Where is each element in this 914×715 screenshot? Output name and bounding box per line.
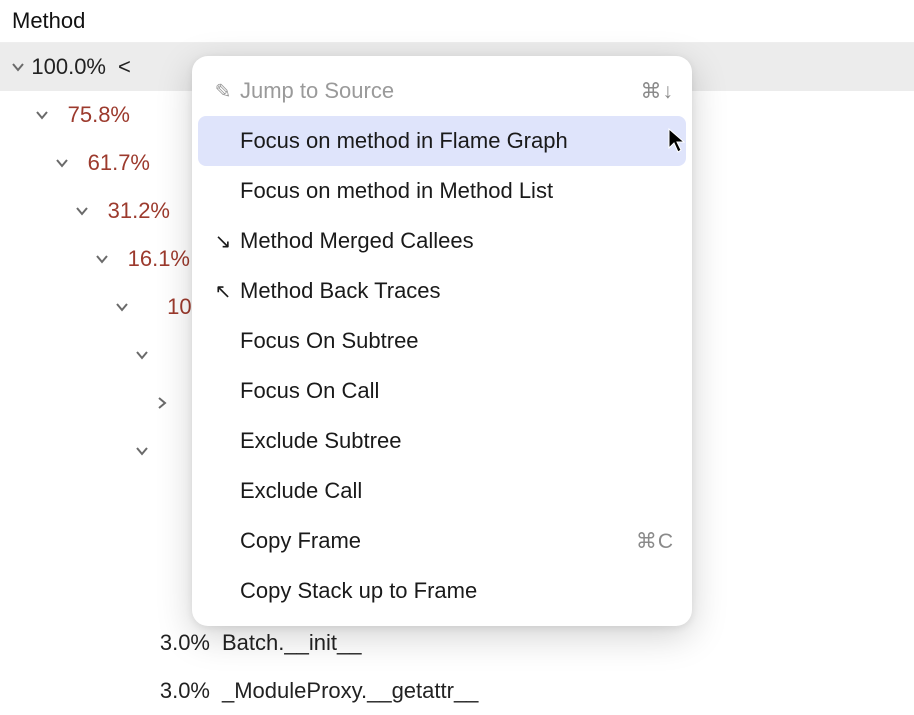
menu-item-label: Method Back Traces	[240, 278, 674, 304]
chevron-right-icon[interactable]	[152, 396, 172, 410]
tree-root-pct: 100.0%	[28, 54, 118, 80]
menu-item-shortcut: ⌘C	[636, 529, 674, 554]
menu-item-exclude-subtree[interactable]: Exclude Subtree	[192, 416, 692, 466]
chevron-down-icon[interactable]	[8, 60, 28, 74]
menu-item-focus-on-call[interactable]: Focus On Call	[192, 366, 692, 416]
tree-row-pct: 16.1%	[112, 246, 202, 272]
chevron-down-icon[interactable]	[32, 108, 52, 122]
column-header: Method	[0, 0, 914, 43]
menu-item-label: Focus On Call	[240, 378, 674, 404]
tree-row-method: _ModuleProxy.__getattr__	[222, 678, 478, 704]
menu-item-label: Copy Frame	[240, 528, 636, 554]
menu-item-label: Focus On Subtree	[240, 328, 674, 354]
menu-item-focus-flame-graph[interactable]: Focus on method in Flame Graph	[198, 116, 686, 166]
menu-item-label: Focus on method in Flame Graph	[240, 128, 674, 154]
menu-item-label: Copy Stack up to Frame	[240, 578, 674, 604]
menu-item-label: Exclude Call	[240, 478, 674, 504]
arrow-dr-icon: ↘	[206, 229, 240, 254]
context-menu: ✎Jump to Source⌘↓ Focus on method in Flam…	[192, 56, 692, 626]
tree-row-method: Batch.__init__	[222, 630, 361, 656]
tree-row-pct: 61.7%	[72, 150, 162, 176]
menu-item-jump-to-source: ✎Jump to Source⌘↓	[192, 66, 692, 116]
chevron-down-icon[interactable]	[72, 204, 92, 218]
chevron-down-icon[interactable]	[92, 252, 112, 266]
tree-row[interactable]: 3.0%_ModuleProxy.__getattr__	[0, 667, 914, 715]
menu-item-label: Focus on method in Method List	[240, 178, 674, 204]
pencil-icon: ✎	[206, 79, 240, 104]
menu-item-method-back-traces[interactable]: ↖Method Back Traces	[192, 266, 692, 316]
mouse-cursor-icon	[668, 128, 686, 154]
menu-item-exclude-call[interactable]: Exclude Call	[192, 466, 692, 516]
menu-item-copy-stack-up-to-frame[interactable]: Copy Stack up to Frame	[192, 566, 692, 616]
menu-item-shortcut: ⌘↓	[641, 79, 675, 104]
tree-row[interactable]: 3.0%Batch.__init__	[0, 619, 914, 667]
tree-row-pct: 31.2%	[92, 198, 182, 224]
menu-item-focus-method-list[interactable]: Focus on method in Method List	[192, 166, 692, 216]
arrow-ul-icon: ↖	[206, 279, 240, 304]
header-title: Method	[12, 8, 85, 33]
tree-row-pct: 75.8%	[52, 102, 142, 128]
chevron-down-icon[interactable]	[52, 156, 72, 170]
chevron-down-icon[interactable]	[132, 348, 152, 362]
tree-root-method: <	[118, 54, 131, 80]
chevron-down-icon[interactable]	[132, 444, 152, 458]
menu-item-label: Method Merged Callees	[240, 228, 674, 254]
menu-item-label: Exclude Subtree	[240, 428, 674, 454]
menu-item-label: Jump to Source	[240, 78, 641, 104]
menu-item-method-merged-callees[interactable]: ↘Method Merged Callees	[192, 216, 692, 266]
menu-item-copy-frame[interactable]: Copy Frame⌘C	[192, 516, 692, 566]
menu-item-focus-on-subtree[interactable]: Focus On Subtree	[192, 316, 692, 366]
tree-row-pct: 3.0%	[132, 678, 222, 704]
chevron-down-icon[interactable]	[112, 300, 132, 314]
tree-row-pct: 3.0%	[132, 630, 222, 656]
